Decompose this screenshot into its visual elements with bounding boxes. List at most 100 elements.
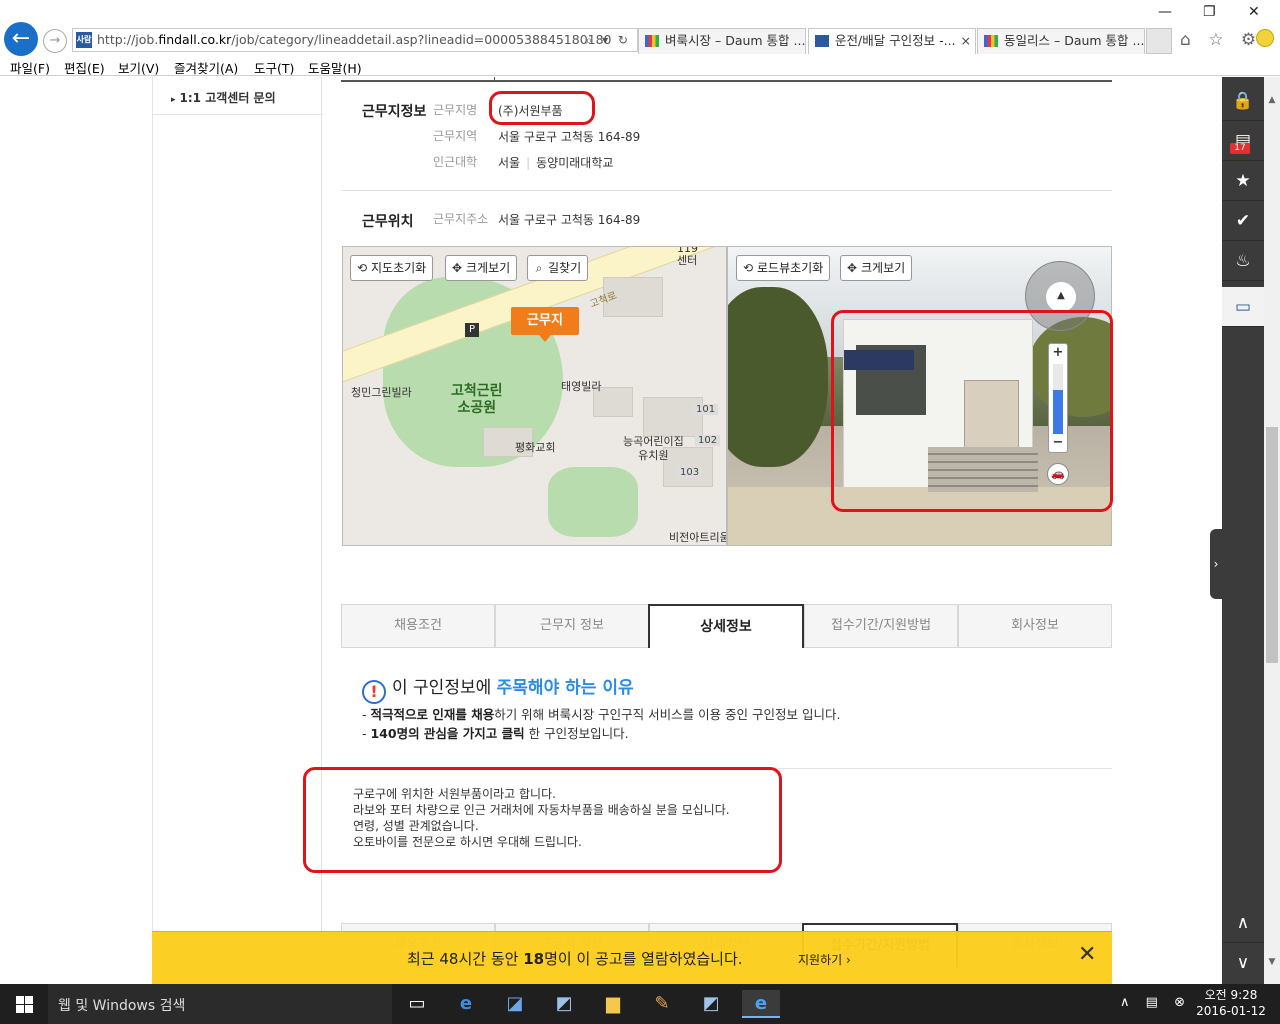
attention-line-1-rest: 하기 위해 벼룩시장 구인구직 서비스를 이용 중인 구인정보 입니다. [494,707,841,722]
address-controls[interactable]: ⌕ ▾ ↻ [586,29,631,51]
browser-chrome: — ❐ ✕ ← → 사람 http://job.findall.co.kr/jo… [0,0,1280,76]
nearby-university-value: 서울 | 동양미래대학교 [498,156,614,170]
tab-strip-remnant [341,77,1112,82]
daum-favicon-icon [984,35,998,47]
star-icon[interactable]: ★ [1222,161,1264,201]
scroll-up-arrow-icon[interactable]: ▲ [1264,95,1280,105]
left-sidebar: ▸ 1:1 고객센터 문의 [152,77,323,984]
edge-icon[interactable]: e [452,990,480,1018]
close-tab-icon[interactable]: × [961,29,971,53]
tab-workplace-info[interactable]: 근무지 정보 [495,604,649,648]
move-arrows-icon: ✥ [451,261,463,275]
close-window-button[interactable]: ✕ [1248,4,1260,20]
workplace-area-value: 서울 구로구 고척동 164-89 [498,130,641,144]
page-content: ▸ 1:1 고객센터 문의 근무지정보 근무지명 (주)서원부품 근무지역 서울 … [0,77,1222,984]
attention-line-2-rest: 한 구인정보입니다. [524,726,629,741]
building-number: 103 [677,467,703,478]
toolbar-icons[interactable]: ⌂ ☆ ⚙ [1180,30,1262,50]
file-explorer-icon[interactable]: ▆ [599,990,627,1018]
roadview-reset-button[interactable]: ⟲ 로드뷰초기화 [736,255,831,281]
roadview-enlarge-button[interactable]: ✥ 크게보기 [840,255,913,281]
workplace-info-title: 근무지정보 [362,104,427,120]
scroll-up-icon[interactable]: ∧ [1222,903,1264,943]
map-green-area [548,467,638,537]
paint-icon[interactable]: ✎ [648,990,676,1018]
back-button[interactable]: ← [4,22,38,56]
menu-view[interactable]: 보기(V) [118,58,159,77]
notice-suffix: 명이 이 공고를 열람하였습니다. [544,950,743,968]
address-bar[interactable]: 사람 http://job.findall.co.kr/job/category… [72,28,638,52]
map-label-119-center: 119 센터 [677,246,698,267]
attention-title-highlight: 주목해야 하는 이유 [496,678,634,698]
univ-city: 서울 [498,156,521,170]
news-icon[interactable]: ▭ [1222,287,1264,327]
internet-explorer-icon[interactable]: e [742,990,780,1018]
map-reset-button[interactable]: ⟲ 지도초기화 [350,255,434,281]
map-directions-button[interactable]: ⌕ 길찾기 [527,255,589,281]
forward-button[interactable]: → [43,29,67,53]
alarm-icon[interactable]: ♨ [1222,241,1264,281]
feedback-smiley-icon[interactable] [1256,29,1274,47]
task-view-icon[interactable]: ▭ [403,990,431,1018]
calendar-icon[interactable]: ▤ 17 [1222,121,1264,161]
caret-right-icon: ▸ [171,95,176,105]
taskbar-search[interactable]: 웹 및 Windows 검색 [48,984,392,1024]
button-label: 크게보기 [466,261,511,275]
app-icon[interactable]: ◩ [697,990,725,1018]
map-block [643,397,703,437]
button-label: 크게보기 [861,261,906,275]
app-icon[interactable]: ◩ [550,990,578,1018]
map-view[interactable]: ⟲ 지도초기화 ✥ 크게보기 ⌕ 길찾기 근무지 P 고척근린 소공원 청민그린빌라 … [342,246,727,546]
windows-logo-icon [16,996,24,1004]
tab-application-period[interactable]: 접수기간/지원방법 [804,604,958,648]
rv-tree [728,287,828,467]
workplace-area-label: 근무지역 [433,129,478,143]
attention-line-2-bold: 140명의 관심을 가지고 클릭 [370,726,525,741]
reset-icon: ⟲ [356,261,368,275]
attention-line-1-bold: 적극적으로 인재를 채용 [370,707,495,722]
tab-label: 벼룩시장 – Daum 통합 ... [665,33,806,48]
app-icon[interactable]: ◪ [501,990,529,1018]
sidebar-item-label: 1:1 고객센터 문의 [179,91,276,105]
minimize-button[interactable]: — [1158,4,1172,20]
address-url[interactable]: http://job.findall.co.kr/job/category/li… [97,29,612,51]
map-enlarge-button[interactable]: ✥ 크게보기 [445,255,518,281]
workplace-pin[interactable]: 근무지 [511,307,579,342]
menu-tools[interactable]: 도구(T) [254,58,294,77]
maximize-button[interactable]: ❐ [1203,4,1216,20]
sidebar-item-customer-inquiry[interactable]: ▸ 1:1 고객센터 문의 [153,77,323,115]
exclamation-icon: ! [362,680,386,704]
tray-icons: ∧ ▤ ⊗ [1120,995,1191,1010]
tab-details[interactable]: 상세정보 [648,604,804,648]
menu-edit[interactable]: 편집(E) [64,58,105,77]
apply-link[interactable]: 지원하기 › [798,951,851,968]
lock-icon[interactable]: 🔒 [1222,81,1264,121]
nearby-university-label: 인근대학 [433,155,478,169]
menu-help[interactable]: 도움말(H) [308,58,362,77]
check-icon[interactable]: ✔ [1222,201,1264,241]
browser-tab-3[interactable]: 동일리스 – Daum 통합 ... [977,28,1145,54]
browser-tab-1[interactable]: 벼룩시장 – Daum 통합 ... [638,28,806,54]
start-button[interactable] [0,984,48,1024]
scroll-down-arrow-icon[interactable]: ▼ [1264,957,1280,967]
vertical-scrollbar[interactable]: ▲ ▼ [1264,77,1280,984]
new-tab-button[interactable] [1146,28,1172,54]
count-badge: 17 [1230,143,1250,154]
menu-file[interactable]: 파일(F) [10,58,50,77]
compass-arrow-icon: ▲ [1046,282,1076,312]
menu-bar: 파일(F) 편집(E) 보기(V) 즐겨찾기(A) 도구(T) 도움말(H) [0,56,1280,76]
menu-favorites[interactable]: 즐겨찾기(A) [174,58,238,77]
taskbar-clock[interactable]: 오전 9:28 2016-01-12 [1196,987,1266,1019]
attention-line-2: - 140명의 관심을 가지고 클릭 한 구인정보입니다. [362,723,629,742]
button-label: 로드뷰초기화 [757,261,824,275]
scroll-down-icon[interactable]: ∨ [1222,943,1264,983]
attention-line-1: - 적극적으로 인재를 채용하기 위해 벼룩시장 구인구직 서비스를 이용 중인… [362,704,840,723]
scrollbar-thumb[interactable] [1266,427,1278,663]
notice-prefix: 최근 48시간 동안 [407,950,524,968]
browser-tab-2[interactable]: 운전/배달 구인정보 -... × [808,28,976,54]
tab-company-info[interactable]: 회사정보 [958,604,1112,648]
tab-hiring-conditions[interactable]: 채용조건 [341,604,495,648]
close-icon[interactable]: ✕ [1078,944,1096,966]
building-number: 101 [693,404,719,415]
quickbar-expand-button[interactable]: › [1210,529,1222,599]
